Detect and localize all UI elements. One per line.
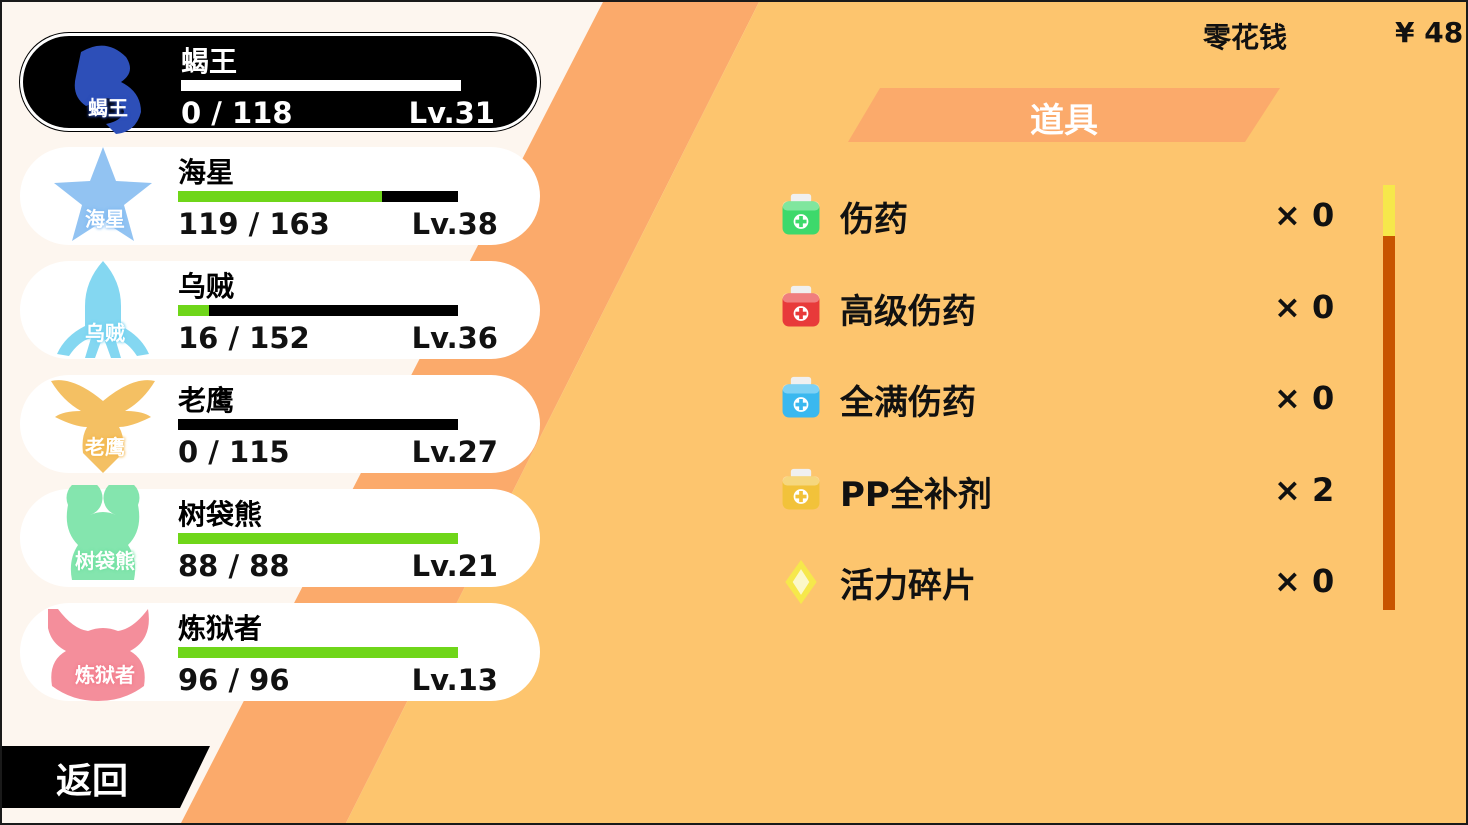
hp-bar <box>178 419 458 430</box>
pokemon-name: 树袋熊 <box>178 498 263 531</box>
blue-potion-icon <box>782 376 820 418</box>
level-text: Lv.27 <box>411 435 498 469</box>
hp-text: 88 / 88 <box>178 549 290 583</box>
emblem-label: 海星 <box>85 207 125 231</box>
diamond-shard-icon <box>785 559 817 605</box>
pokemon-name: 蝎王 <box>181 45 238 78</box>
item-name: 活力碎片 <box>840 566 976 606</box>
item-name: PP全补剂 <box>840 475 992 515</box>
hp-bar <box>178 191 458 202</box>
pokemon-name: 乌贼 <box>178 270 235 303</box>
pokemon-name: 老鹰 <box>178 384 235 417</box>
scrollbar-thumb[interactable] <box>1383 185 1395 236</box>
level-text: Lv.36 <box>411 321 498 355</box>
party-slot[interactable]: 老鹰 老鹰 0 / 115 Lv.27 <box>20 375 540 473</box>
party-slot[interactable]: 蝎王 蝎王 0 / 118 Lv.31 <box>20 33 540 134</box>
hp-text: 16 / 152 <box>178 321 310 355</box>
item-quantity: × 0 <box>1274 288 1335 326</box>
party-slot[interactable]: 海星 海星 119 / 163 Lv.38 <box>20 147 540 245</box>
item-row[interactable]: 高级伤药 × 0 <box>778 280 1338 336</box>
hp-bar-fill <box>178 647 458 658</box>
hp-bar <box>178 533 458 544</box>
level-text: Lv.31 <box>408 96 495 130</box>
emblem-label: 老鹰 <box>85 435 125 459</box>
pokemon-name: 海星 <box>178 156 235 189</box>
hp-text: 119 / 163 <box>178 207 330 241</box>
money-label: 零花钱 <box>1203 21 1288 54</box>
money-value: ¥ 48 <box>1395 16 1464 49</box>
item-quantity: × 0 <box>1274 196 1335 234</box>
emblem-label: 树袋熊 <box>75 549 135 573</box>
hp-bar <box>178 647 458 658</box>
hp-bar-fill <box>178 191 383 202</box>
item-quantity: × 0 <box>1274 562 1335 600</box>
hp-text: 0 / 118 <box>181 96 293 130</box>
item-name: 伤药 <box>840 200 908 240</box>
back-button[interactable]: 返回 <box>0 746 210 808</box>
party-slot[interactable]: 乌贼 乌贼 16 / 152 Lv.36 <box>20 261 540 359</box>
hp-bar-fill <box>178 533 458 544</box>
item-row[interactable]: 伤药 × 0 <box>778 188 1338 244</box>
hp-bar <box>178 305 458 316</box>
item-quantity: × 2 <box>1274 471 1335 509</box>
item-row[interactable]: 全满伤药 × 0 <box>778 371 1338 427</box>
scrollbar-track[interactable] <box>1383 185 1395 610</box>
pokemon-name: 炼狱者 <box>178 612 263 645</box>
item-quantity: × 0 <box>1274 379 1335 417</box>
hp-text: 0 / 115 <box>178 435 290 469</box>
emblem-label: 炼狱者 <box>75 663 135 687</box>
red-potion-icon <box>782 285 820 327</box>
level-text: Lv.21 <box>411 549 498 583</box>
emblem-label: 乌贼 <box>85 321 125 345</box>
level-text: Lv.13 <box>411 663 498 697</box>
item-name: 全满伤药 <box>840 383 976 423</box>
items-title: 道具 <box>1030 101 1098 141</box>
party-slot[interactable]: 炼狱者 炼狱者 96 / 96 Lv.13 <box>20 603 540 701</box>
yellow-potion-icon <box>782 468 820 510</box>
green-potion-icon <box>782 193 820 235</box>
back-label: 返回 <box>56 761 129 802</box>
emblem-label: 蝎王 <box>88 96 128 120</box>
item-row[interactable]: 活力碎片 × 0 <box>778 554 1338 610</box>
item-name: 高级伤药 <box>840 292 976 332</box>
level-text: Lv.38 <box>411 207 498 241</box>
item-row[interactable]: PP全补剂 × 2 <box>778 463 1338 519</box>
party-slot[interactable]: 树袋熊 树袋熊 88 / 88 Lv.21 <box>20 485 540 587</box>
hp-bar-fill <box>178 305 209 316</box>
hp-text: 96 / 96 <box>178 663 290 697</box>
hp-bar <box>181 80 461 91</box>
